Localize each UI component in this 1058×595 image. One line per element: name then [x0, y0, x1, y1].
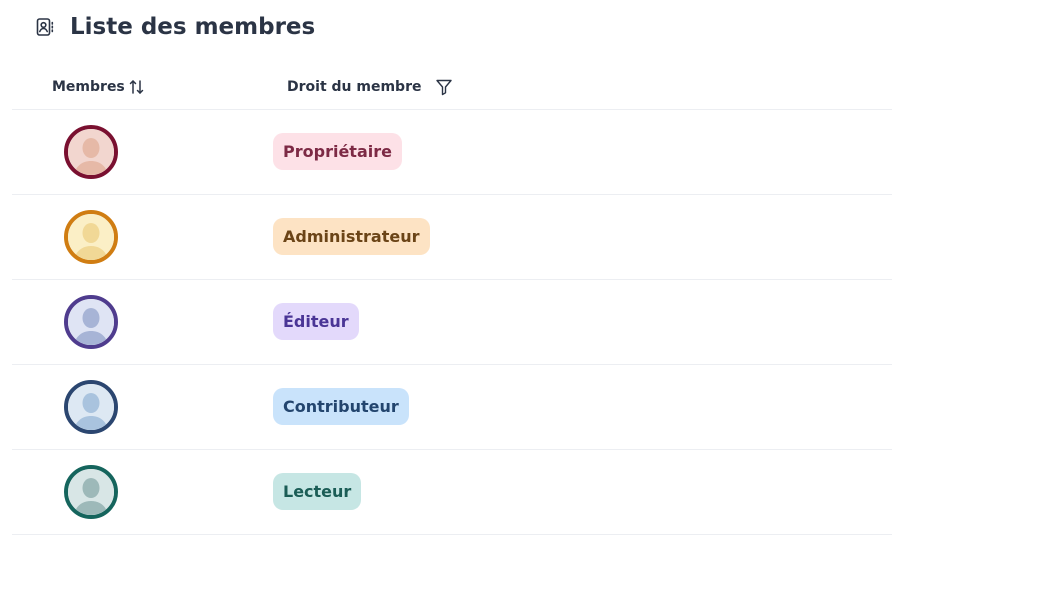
- table-row: Propriétaire: [12, 110, 892, 195]
- members-column-label: Membres: [52, 79, 125, 95]
- table-row: Contributeur: [12, 365, 892, 450]
- user-silhouette-icon: [68, 384, 114, 430]
- sort-icon[interactable]: [128, 78, 146, 96]
- user-silhouette-icon: [68, 129, 114, 175]
- table-row: Éditeur: [12, 280, 892, 365]
- user-silhouette-icon: [68, 469, 114, 515]
- avatar[interactable]: [64, 210, 118, 264]
- table-body: Propriétaire Administrateur Éditeur Contrib…: [12, 110, 892, 535]
- user-silhouette-icon: [68, 299, 114, 345]
- avatar[interactable]: [64, 380, 118, 434]
- page-title: Liste des membres: [70, 14, 316, 40]
- table-row: Lecteur: [12, 450, 892, 535]
- members-column-header[interactable]: Membres: [52, 78, 146, 96]
- role-badge: Contributeur: [273, 388, 409, 425]
- filter-icon[interactable]: [435, 78, 453, 96]
- user-silhouette-icon: [68, 214, 114, 260]
- role-badge: Éditeur: [273, 303, 359, 340]
- role-badge: Administrateur: [273, 218, 430, 255]
- role-column-header: Droit du membre: [287, 78, 453, 96]
- role-badge: Propriétaire: [273, 133, 402, 170]
- page-header: Liste des membres: [34, 12, 315, 42]
- table-header: Membres Droit du membre: [12, 66, 892, 110]
- role-badge: Lecteur: [273, 473, 362, 510]
- table-row: Administrateur: [12, 195, 892, 280]
- contact-book-icon: [34, 16, 56, 38]
- avatar[interactable]: [64, 295, 118, 349]
- members-table: Membres Droit du membre Propriétaire Admi…: [12, 66, 892, 535]
- role-column-label: Droit du membre: [287, 79, 422, 95]
- avatar[interactable]: [64, 465, 118, 519]
- avatar[interactable]: [64, 125, 118, 179]
